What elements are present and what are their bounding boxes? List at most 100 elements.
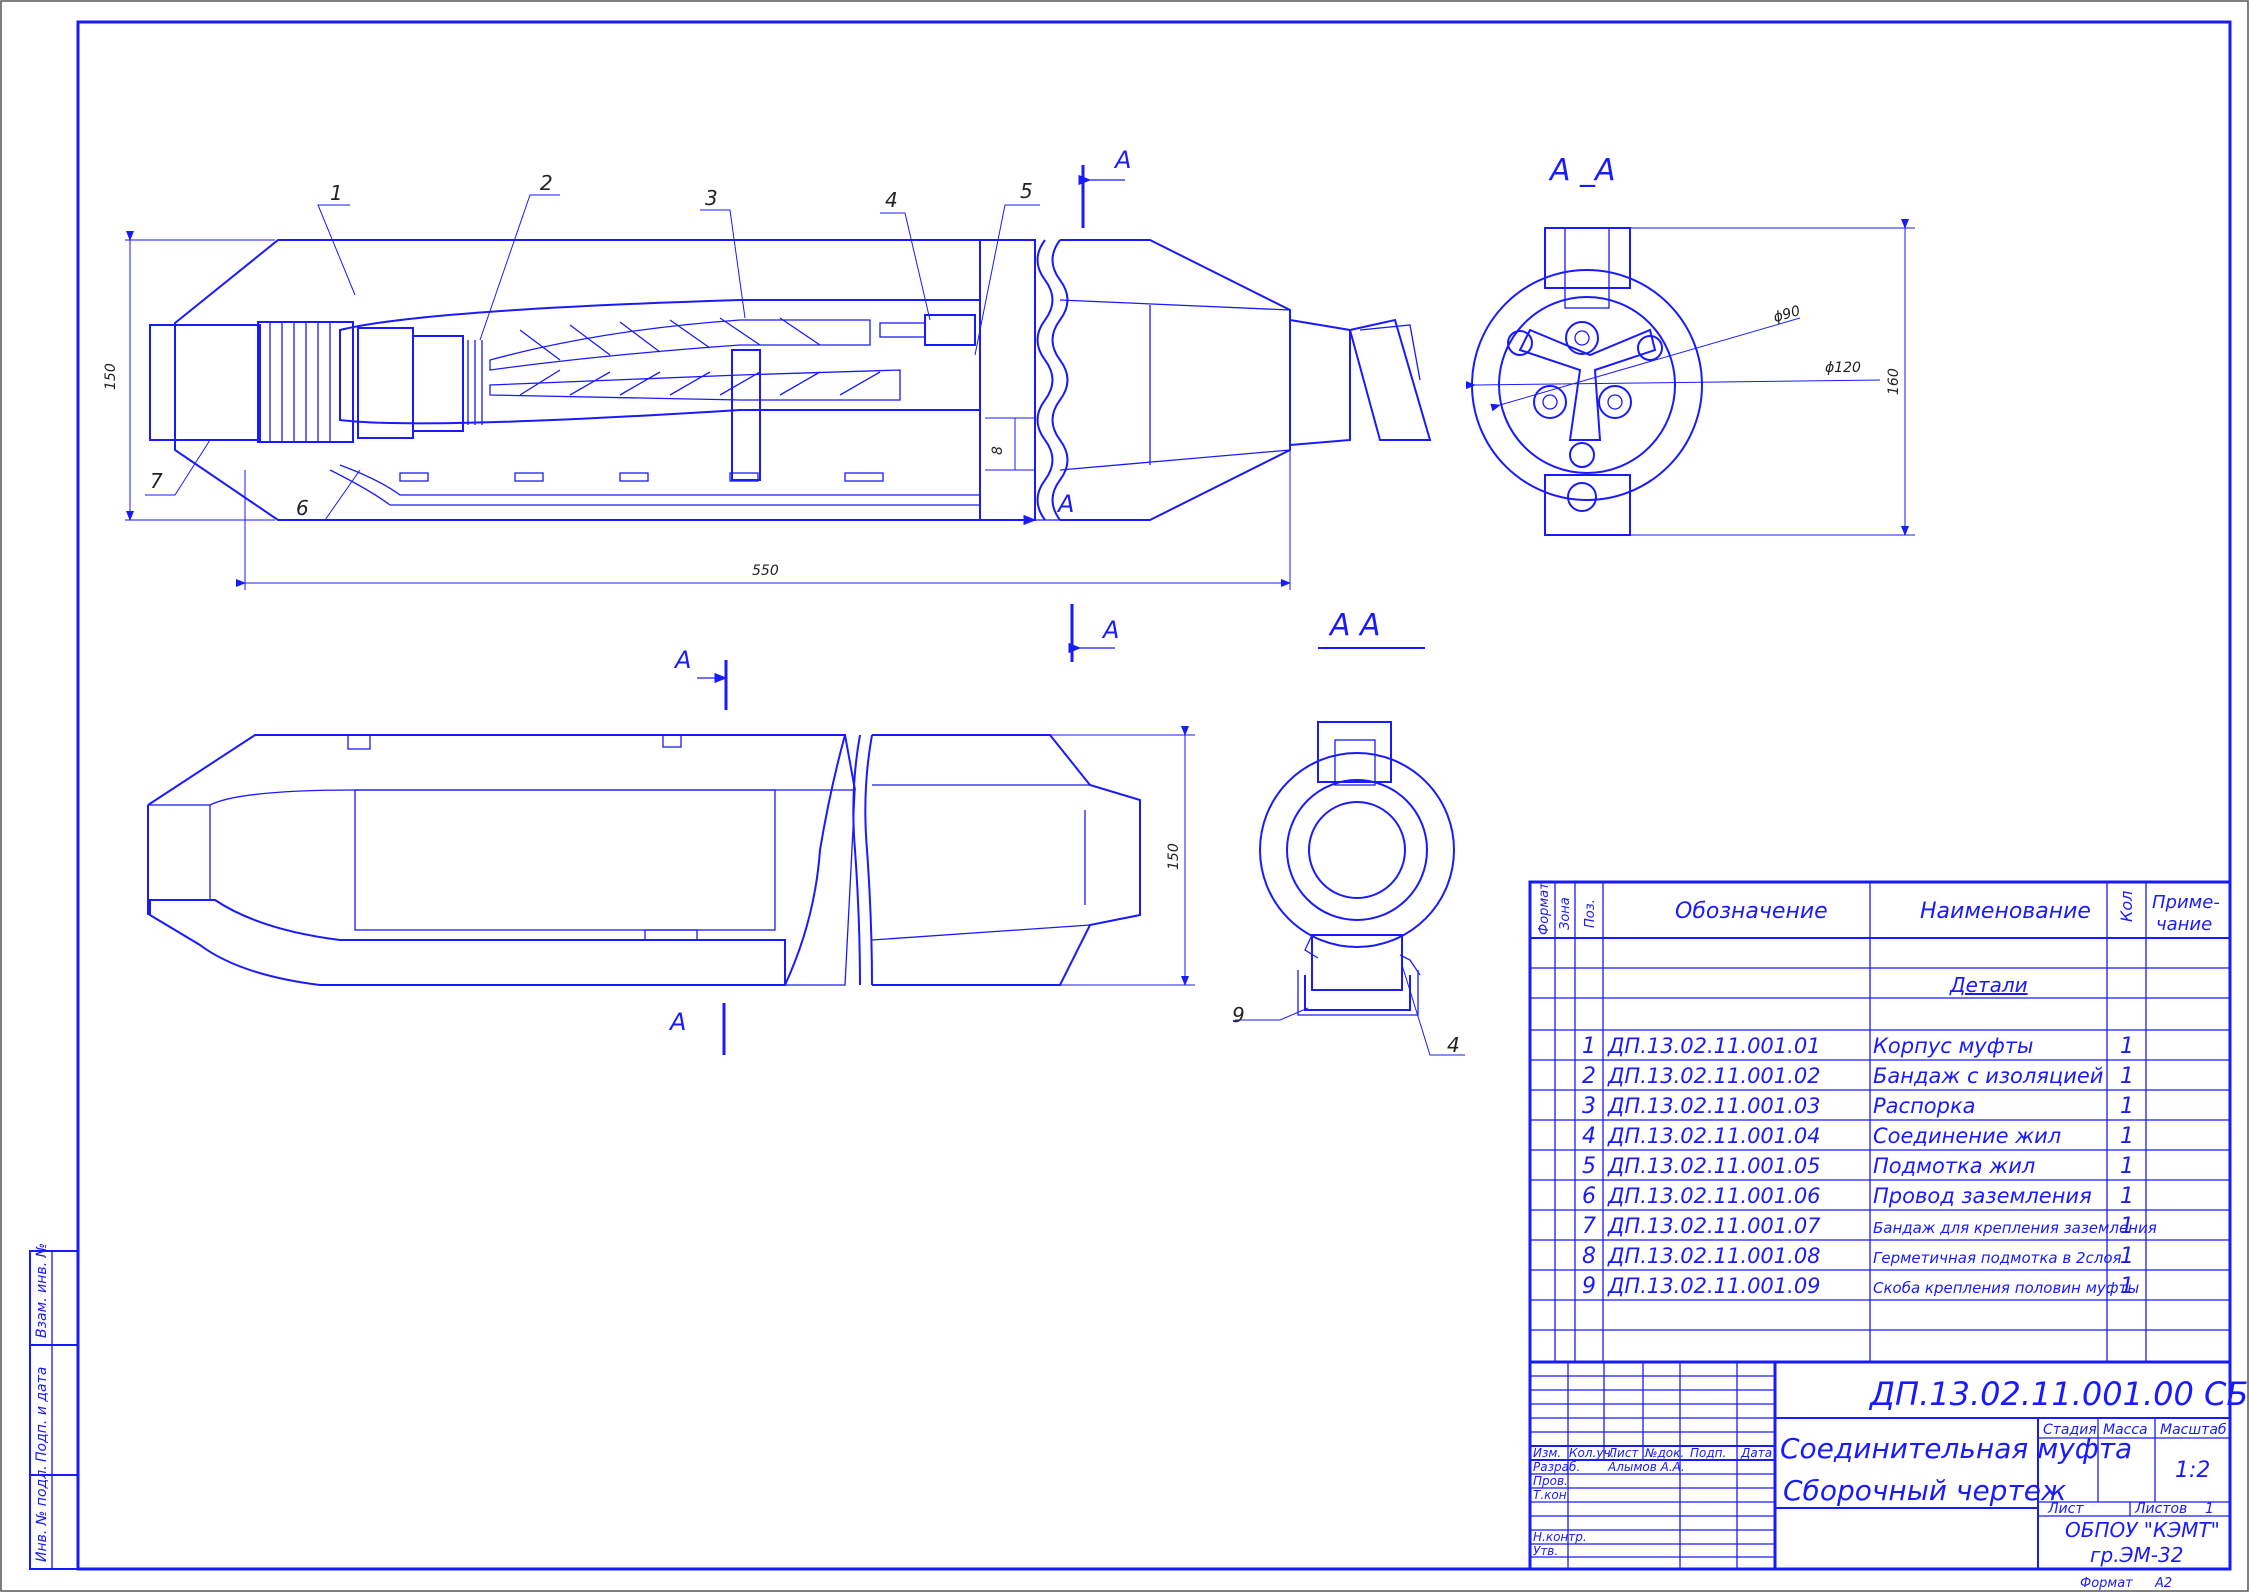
cut-mark-a2: А bbox=[1056, 490, 1074, 518]
callout-4: 4 bbox=[885, 188, 898, 212]
spec-pos: 6 bbox=[1582, 1184, 1596, 1209]
spec-qty: 1 bbox=[2120, 1154, 2134, 1179]
cut-mark-a1: А bbox=[1113, 146, 1131, 174]
col-data: Дата bbox=[1740, 1446, 1772, 1460]
sheets-count: 1 bbox=[2205, 1501, 2214, 1517]
scale-label: Масштаб bbox=[2160, 1422, 2227, 1438]
cut-mark-a3: А bbox=[1101, 616, 1119, 644]
title-line2: Сборочный чертеж bbox=[1783, 1474, 2066, 1507]
hdr-note: Приме- bbox=[2152, 892, 2220, 913]
spec-name: Провод заземления bbox=[1873, 1184, 2092, 1208]
assembly-drawing-sheet: Инв. № подл. Подп. и дата Взам. инв. № 1… bbox=[0, 0, 2249, 1592]
cut-mark-a5: А bbox=[668, 1008, 686, 1036]
callout-9: 9 bbox=[1232, 1003, 1245, 1027]
role-nkontr: Н.контр. bbox=[1533, 1530, 1587, 1544]
cross-section-bottom: А А 9 4 bbox=[1232, 608, 1465, 1057]
spec-name: Распорка bbox=[1873, 1094, 1976, 1118]
cross-section-a-a: А _А 160 ϕ120 ϕ90 bbox=[1465, 153, 1915, 536]
spec-qty: 1 bbox=[2120, 1184, 2134, 1209]
spec-designation: ДП.13.02.11.001.01 bbox=[1607, 1034, 1821, 1058]
spec-pos: 3 bbox=[1582, 1094, 1596, 1119]
spec-pos: 2 bbox=[1582, 1064, 1596, 1089]
spec-designation: ДП.13.02.11.001.04 bbox=[1607, 1124, 1821, 1148]
spec-qty: 1 bbox=[2120, 1244, 2134, 1269]
stamp-inv-podl: Инв. № подл. bbox=[34, 1465, 50, 1562]
side-stamp: Инв. № подл. Подп. и дата Взам. инв. № bbox=[29, 1243, 79, 1570]
sheet-label: Лист bbox=[2047, 1501, 2084, 1517]
hdr-name: Наименование bbox=[1920, 899, 2091, 924]
stamp-vzam-inv: Взам. инв. № bbox=[34, 1243, 50, 1338]
col-podp: Подп. bbox=[1690, 1446, 1726, 1460]
role-tkon: Т.кон bbox=[1533, 1488, 1567, 1502]
dim-height-side: 160 bbox=[1886, 368, 1902, 395]
dim-d120: ϕ120 bbox=[1825, 360, 1861, 376]
cut-mark-a4: А bbox=[673, 646, 691, 674]
dim-gap: 8 bbox=[990, 446, 1006, 455]
stamp-podp-data: Подп. и дата bbox=[34, 1367, 50, 1462]
spec-designation: ДП.13.02.11.001.02 bbox=[1607, 1064, 1821, 1088]
spec-qty: 1 bbox=[2120, 1094, 2134, 1119]
spec-qty: 1 bbox=[2120, 1214, 2134, 1239]
spec-qty: 1 bbox=[2120, 1034, 2134, 1059]
org-line2: гр.ЭМ-32 bbox=[2090, 1543, 2183, 1567]
dim-height-top: 150 bbox=[103, 363, 119, 390]
callout-3: 3 bbox=[705, 186, 718, 210]
hdr-pos: Поз. bbox=[1583, 899, 1598, 928]
spec-name: Скоба крепления половин муфты bbox=[1873, 1279, 2139, 1297]
format-label: Формат bbox=[2080, 1576, 2133, 1591]
sheets-label: Листов bbox=[2134, 1501, 2187, 1517]
spec-name: Бандаж с изоляцией bbox=[1873, 1064, 2103, 1088]
col-izm: Изм. bbox=[1533, 1446, 1561, 1460]
role-razrab: Разраб. bbox=[1533, 1460, 1580, 1474]
format-value: А2 bbox=[2154, 1576, 2172, 1591]
hdr-designation: Обозначение bbox=[1675, 899, 1828, 924]
hdr-note-2: чание bbox=[2156, 914, 2212, 935]
col-ndok: №док. bbox=[1644, 1446, 1684, 1460]
spec-name: Бандаж для крепления заземления bbox=[1873, 1219, 2157, 1237]
col-list: Лист bbox=[1607, 1446, 1639, 1460]
spec-pos: 7 bbox=[1582, 1214, 1596, 1239]
role-prov: Пров. bbox=[1533, 1474, 1568, 1488]
spec-designation: ДП.13.02.11.001.08 bbox=[1607, 1244, 1821, 1268]
dim-height-bottom: 150 bbox=[1166, 843, 1182, 870]
dim-d90: ϕ90 bbox=[1772, 303, 1803, 326]
spec-designation: ДП.13.02.11.001.03 bbox=[1607, 1094, 1821, 1118]
spec-designation: ДП.13.02.11.001.06 bbox=[1607, 1184, 1821, 1208]
spec-name: Подмотка жил bbox=[1873, 1154, 2035, 1178]
hdr-format: Формат bbox=[1537, 882, 1552, 935]
spec-qty: 1 bbox=[2120, 1064, 2134, 1089]
outer-view: А А 150 bbox=[147, 646, 1195, 1055]
scale-value: 1:2 bbox=[2175, 1458, 2210, 1483]
hdr-qty: Кол bbox=[2117, 891, 2136, 922]
developer-name: Алымов А.А. bbox=[1607, 1460, 1685, 1474]
section-label-bottom: А А bbox=[1328, 608, 1381, 643]
org-line1: ОБПОУ "КЭМТ" bbox=[2065, 1518, 2220, 1542]
hdr-zone: Зона bbox=[1558, 897, 1573, 930]
longitudinal-section-view bbox=[149, 239, 1432, 521]
spec-designation: ДП.13.02.11.001.09 bbox=[1607, 1274, 1821, 1298]
spec-qty: 1 bbox=[2120, 1124, 2134, 1149]
spec-designation: ДП.13.02.11.001.05 bbox=[1607, 1154, 1821, 1178]
callout-7: 7 bbox=[150, 469, 163, 493]
section-label-top: А _А bbox=[1548, 153, 1616, 188]
section-title: Детали bbox=[1949, 973, 2028, 997]
dim-length: 550 bbox=[752, 563, 779, 579]
spec-name: Герметичная подмотка в 2слоя bbox=[1873, 1249, 2122, 1267]
spec-designation: ДП.13.02.11.001.07 bbox=[1607, 1214, 1821, 1238]
spec-name: Соединение жил bbox=[1873, 1124, 2061, 1148]
callout-2: 2 bbox=[540, 171, 553, 195]
top-view-callouts: 1 2 3 4 5 6 7 bbox=[145, 171, 1040, 521]
spec-pos: 8 bbox=[1582, 1244, 1596, 1269]
spec-pos: 1 bbox=[1582, 1034, 1596, 1059]
role-utv: Утв. bbox=[1533, 1544, 1558, 1558]
inner-frame bbox=[76, 20, 2232, 1571]
top-view-dimensions: 150 550 8 А А А bbox=[103, 146, 1291, 662]
callout-6: 6 bbox=[296, 496, 309, 520]
doc-number: ДП.13.02.11.001.00 СБ bbox=[1868, 1375, 2248, 1413]
mass-label: Масса bbox=[2103, 1422, 2148, 1438]
spec-pos: 5 bbox=[1582, 1154, 1596, 1179]
title-block: ДП.13.02.11.001.00 СБ Соединительная муф… bbox=[1528, 1360, 2248, 1591]
spec-pos: 4 bbox=[1582, 1124, 1596, 1149]
stage-label: Стадия bbox=[2043, 1422, 2097, 1438]
callout-1: 1 bbox=[330, 181, 343, 205]
